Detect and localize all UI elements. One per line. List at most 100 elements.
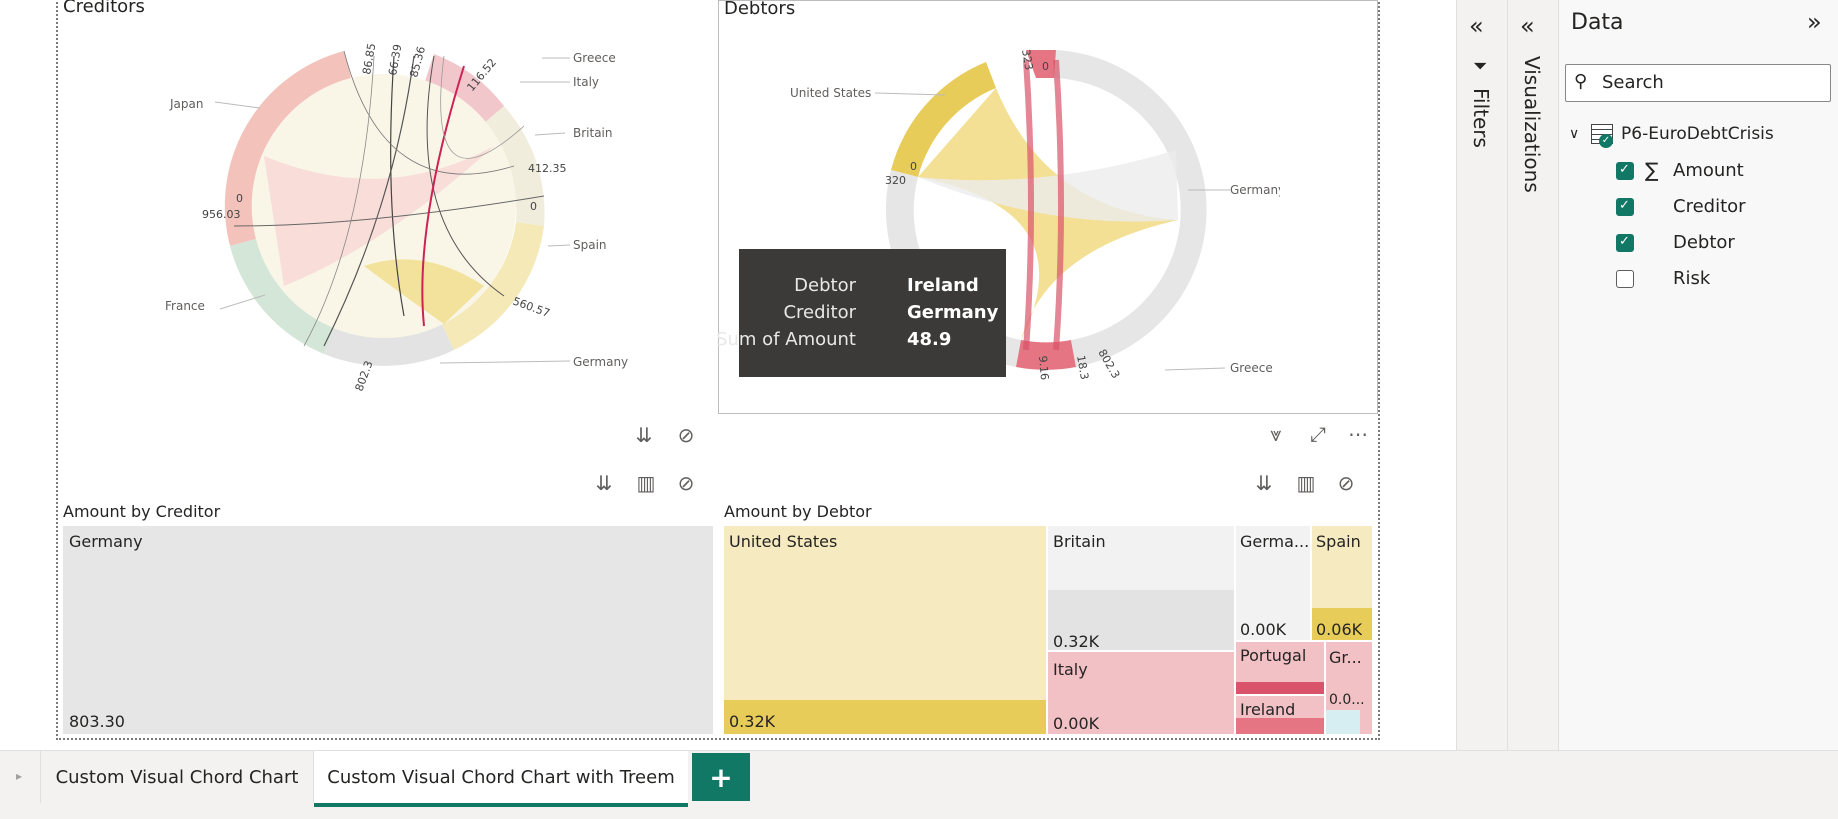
no-filter-icon[interactable]: ⊘ — [672, 421, 700, 449]
expand-icon[interactable]: » — [1807, 8, 1822, 36]
tile-label: Spain — [1316, 532, 1361, 551]
collapse-icon[interactable]: « — [1520, 12, 1535, 40]
field-risk[interactable]: Risk — [1673, 268, 1710, 289]
filters-label[interactable]: Filters — [1469, 88, 1493, 148]
amount-checkbox[interactable]: ✓ — [1616, 162, 1634, 180]
tile-value: 803.30 — [69, 712, 125, 731]
add-page-button[interactable]: + — [692, 753, 750, 801]
bar-chart-icon[interactable]: ▥ — [1292, 469, 1320, 497]
drill-icon[interactable]: ⇊ — [1250, 469, 1278, 497]
amount-by-creditor-title: Amount by Creditor — [63, 502, 221, 521]
tooltip-value: Germany — [907, 302, 999, 323]
creditors-label-britain: Britain — [573, 126, 613, 140]
check-badge-icon: ✓ — [1599, 134, 1613, 148]
tile-label: United States — [729, 532, 838, 551]
debtors-tick: 0 — [910, 160, 917, 173]
more-options-icon[interactable]: ⋯ — [1344, 420, 1372, 448]
tile-value: 0.32K — [729, 712, 776, 731]
creditor-checkbox[interactable]: ✓ — [1616, 198, 1634, 216]
field-amount[interactable]: Amount — [1673, 160, 1744, 181]
treemap-tile-portugal[interactable]: Portugal — [1236, 642, 1324, 694]
creditors-label-germany: Germany — [573, 355, 628, 369]
search-icon: ⚲ — [1574, 71, 1588, 92]
creditors-label-japan: Japan — [169, 97, 203, 111]
debtors-label-germany: Germany — [1230, 183, 1280, 197]
treemap-tile-germany[interactable]: Germa... 0.00K — [1236, 526, 1310, 640]
debtors-label-greece: Greece — [1230, 361, 1273, 375]
chevron-down-icon[interactable]: ∨ — [1569, 126, 1579, 142]
filter-icon[interactable]: ⩔ — [1262, 420, 1290, 448]
creditors-tick: 86.85 — [360, 42, 378, 75]
debtors-tick: 323 — [1019, 48, 1035, 71]
tooltip-key: Sum of Amount — [716, 329, 856, 350]
treemap-tile-italy[interactable]: Italy 0.00K — [1048, 652, 1234, 734]
field-debtor[interactable]: Debtor — [1673, 232, 1735, 253]
no-filter-icon[interactable]: ⊘ — [1332, 469, 1360, 497]
debtors-tick: 9.16 — [1036, 355, 1051, 381]
debtors-tick: 0 — [1042, 60, 1049, 73]
treemap-tile-greece[interactable]: Gr... 0.0... — [1326, 642, 1372, 734]
creditors-tick: 802.3 — [353, 359, 376, 393]
debtors-label-united-states: United States — [790, 86, 871, 100]
creditors-tick: 0 — [530, 200, 537, 213]
field-creditor[interactable]: Creditor — [1673, 196, 1746, 217]
data-pane: Data » ⚲ Search ∨ ✓ P6-EuroDebtCrisis ✓ … — [1558, 0, 1838, 750]
visualizations-label[interactable]: Visualizations — [1520, 56, 1544, 193]
creditors-label-spain: Spain — [573, 238, 607, 252]
tile-value: 0.32K — [1053, 632, 1100, 651]
treemap-tile-germany[interactable]: Germany 803.30 — [63, 526, 713, 734]
collapse-icon[interactable]: « — [1469, 12, 1484, 40]
debtors-tick: 320 — [885, 174, 906, 187]
tile-value: 0.0... — [1329, 692, 1365, 708]
drill-icon[interactable]: ⇊ — [590, 469, 618, 497]
creditors-tick: 412.35 — [528, 162, 567, 175]
tab-custom-visual-chord-chart-with-treemap[interactable]: Custom Visual Chord Chart with Treem — [314, 751, 688, 807]
risk-checkbox[interactable] — [1616, 270, 1634, 288]
tooltip-value: 48.9 — [907, 329, 952, 350]
bar-chart-icon[interactable]: ▥ — [632, 469, 660, 497]
tile-label: Ireland — [1240, 700, 1296, 719]
chord-tooltip: Debtor Ireland Creditor Germany Sum of A… — [716, 249, 1006, 377]
tooltip-key: Debtor — [794, 275, 856, 296]
filter-icon: ⏷ — [1473, 56, 1488, 77]
sigma-icon: ∑ — [1645, 158, 1659, 182]
no-filter-icon[interactable]: ⊘ — [672, 469, 700, 497]
tile-value: 0.06K — [1316, 620, 1363, 639]
creditors-label-france: France — [165, 299, 205, 313]
tile-label: Germany — [69, 532, 143, 551]
page-tab-bar: ▸ Custom Visual Chord Chart Custom Visua… — [0, 750, 1838, 819]
tile-value: 0.00K — [1240, 620, 1287, 639]
tile-value: 0.00K — [1053, 714, 1100, 733]
creditors-tick: 560.57 — [511, 295, 552, 320]
filters-pane[interactable]: « ⏷ Filters — [1456, 0, 1507, 750]
visualizations-pane[interactable]: « Visualizations — [1507, 0, 1558, 750]
creditors-title: Creditors — [63, 0, 145, 17]
tooltip-value: Ireland — [907, 275, 979, 296]
treemap-tile-ireland[interactable]: Ireland — [1236, 696, 1324, 734]
debtor-checkbox[interactable]: ✓ — [1616, 234, 1634, 252]
tile-label: Italy — [1053, 660, 1088, 679]
tile-label: Germa... — [1240, 532, 1310, 551]
debtors-tick: 18.3 — [1074, 354, 1091, 380]
scroll-left-icon[interactable]: ▸ — [16, 769, 22, 783]
tile-label: Britain — [1053, 532, 1106, 551]
tooltip-key: Creditor — [783, 302, 856, 323]
treemap-tile-united-states[interactable]: United States 0.32K — [724, 526, 1046, 734]
drill-down-icon[interactable]: ⇊ — [630, 421, 658, 449]
treemap-tile-spain[interactable]: Spain 0.06K — [1312, 526, 1372, 640]
creditors-tick: 956.03 — [202, 208, 241, 221]
tab-custom-visual-chord-chart[interactable]: Custom Visual Chord Chart — [40, 751, 314, 803]
data-pane-title: Data — [1571, 10, 1624, 35]
tile-label: Portugal — [1240, 646, 1307, 665]
creditors-tick: 66.39 — [386, 43, 404, 76]
focus-mode-icon[interactable]: ⤢ — [1304, 420, 1332, 448]
table-name[interactable]: P6-EuroDebtCrisis — [1621, 124, 1774, 144]
treemap-tile-britain[interactable]: Britain 0.32K — [1048, 526, 1234, 651]
creditors-label-greece: Greece — [573, 51, 616, 65]
creditors-tick: 0 — [236, 192, 243, 205]
creditors-tick: 85.36 — [407, 45, 428, 79]
search-placeholder: Search — [1602, 72, 1664, 93]
creditors-label-italy: Italy — [573, 75, 599, 89]
creditors-chord-chart[interactable]: Greece Italy Britain Spain Germany Franc… — [150, 20, 670, 400]
search-input[interactable]: ⚲ Search — [1565, 64, 1831, 102]
